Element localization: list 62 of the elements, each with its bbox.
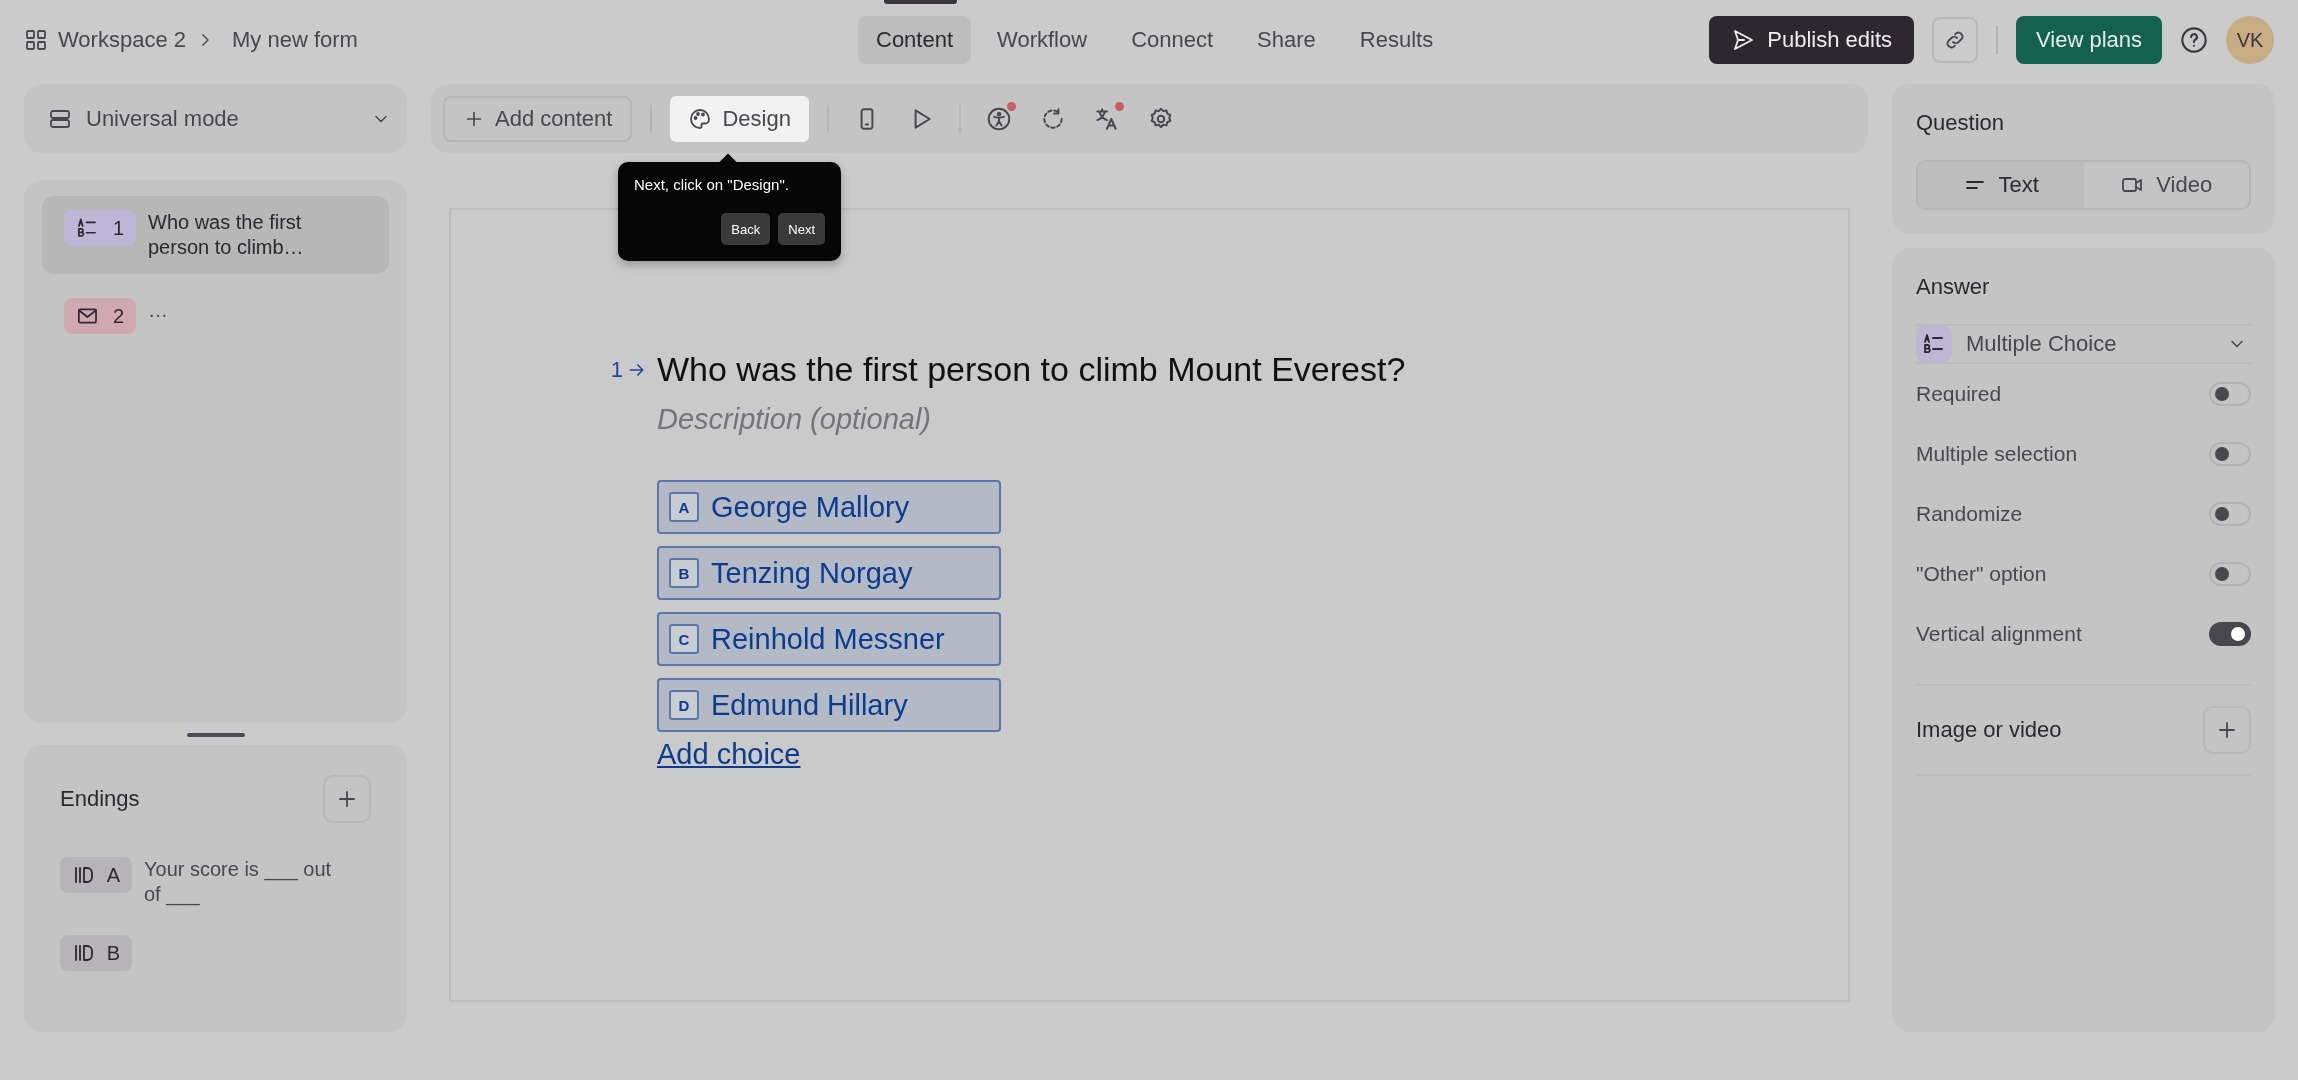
- copy-link-button[interactable]: [1932, 17, 1978, 63]
- tooltip-text: Next, click on "Design".: [634, 176, 790, 193]
- tooltip-button[interactable]: Next: [778, 213, 825, 245]
- ending-item[interactable]: A Your score is ___ out of ___: [60, 857, 371, 907]
- toggle-switch[interactable]: [2209, 382, 2251, 406]
- question-number: 1: [599, 356, 647, 383]
- nav-tab[interactable]: Connect: [1113, 16, 1232, 64]
- setting-label: Randomize: [1916, 502, 2023, 526]
- nav-tab[interactable]: Workflow: [979, 16, 1106, 64]
- view-plans-button[interactable]: View plans: [2016, 16, 2162, 64]
- mode-dropdown[interactable]: Universal mode: [24, 84, 407, 153]
- setting-label: "Other" option: [1916, 562, 2047, 586]
- ending-item[interactable]: B: [60, 935, 371, 971]
- resize-handle[interactable]: [186, 733, 245, 737]
- form-title: My new form: [232, 27, 358, 53]
- question-title[interactable]: Who was the first person to climb Mount Everest?: [657, 350, 1406, 389]
- nav-tab[interactable]: Results: [1341, 16, 1452, 64]
- setting-label: Required: [1916, 382, 2002, 406]
- user-avatar[interactable]: VK: [2226, 16, 2274, 64]
- ending-badge: B: [60, 935, 132, 971]
- add-media-button[interactable]: [2203, 706, 2251, 754]
- nav-tab[interactable]: Share: [1239, 16, 1334, 64]
- answer-type-dropdown[interactable]: Multiple Choice: [1916, 324, 2251, 364]
- grid-icon: [24, 28, 48, 52]
- toggle-switch[interactable]: [2209, 442, 2251, 466]
- setting-label: Vertical alignment: [1916, 622, 2082, 646]
- breadcrumb-link[interactable]: Workspace 2: [58, 27, 186, 53]
- notification-dot: [1006, 101, 1016, 111]
- segment-button[interactable]: Text: [1918, 162, 2084, 208]
- answer-choice[interactable]: B Tenzing Norgay: [657, 546, 1001, 600]
- setting-label: Image or video: [1916, 717, 2062, 743]
- question-badge: 2: [64, 298, 136, 334]
- translate-icon: [1093, 105, 1120, 132]
- accessibility-icon: [985, 105, 1012, 132]
- send-icon: [1731, 28, 1756, 52]
- section-title: Answer: [1916, 274, 1991, 300]
- section-title: Question: [1916, 110, 2006, 136]
- toggle-switch[interactable]: [2209, 562, 2251, 586]
- palette-icon: [688, 106, 713, 131]
- question-item[interactable]: 2 …: [42, 284, 389, 348]
- toggle-switch[interactable]: [2209, 622, 2251, 646]
- ending-badge: A: [60, 857, 132, 893]
- add-ending-button[interactable]: [323, 775, 371, 823]
- tooltip-button[interactable]: Back: [721, 213, 771, 245]
- list-icon: [1922, 332, 1946, 356]
- question-item[interactable]: 1 Who was the first person to climb…: [42, 196, 389, 274]
- segment-button[interactable]: Video: [2083, 162, 2249, 208]
- answer-choice[interactable]: A George Mallory: [657, 480, 1001, 534]
- answer-choice[interactable]: D Edmund Hillary: [657, 678, 1001, 732]
- help-icon: [2180, 26, 2208, 54]
- add-choice-link[interactable]: Add choice: [657, 738, 801, 771]
- notification-dot: [1114, 101, 1124, 111]
- setting-label: Multiple selection: [1916, 442, 2078, 466]
- design-button[interactable]: Design: [670, 95, 809, 142]
- question-badge: 1: [64, 210, 136, 246]
- toggle-switch[interactable]: [2209, 502, 2251, 526]
- answer-choice[interactable]: C Reinhold Messner: [657, 612, 1001, 666]
- list-icon: [76, 216, 99, 240]
- add-content-button[interactable]: Add content: [443, 95, 633, 142]
- section-title: Endings: [60, 786, 140, 812]
- publish-button[interactable]: Publish edits: [1709, 16, 1914, 64]
- description-field[interactable]: Description (optional): [657, 403, 1257, 436]
